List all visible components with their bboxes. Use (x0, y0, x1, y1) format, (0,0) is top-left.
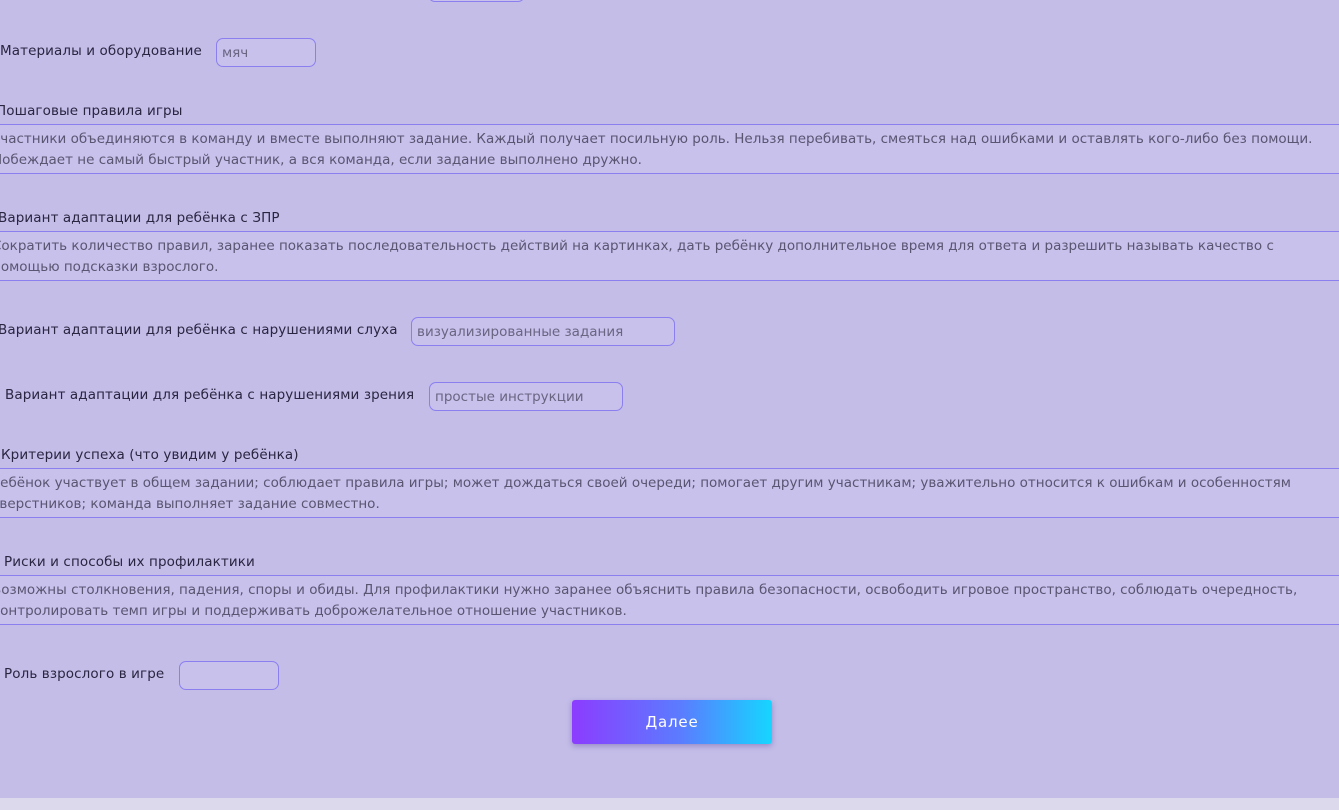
rules-label: Пошаговые правила игры (0, 103, 183, 119)
zpr-text-line-1: Сократить количество правил, заранее пок… (0, 238, 1274, 254)
risks-text-line-2: контролировать темп игры и поддерживать … (0, 603, 627, 619)
rules-textarea[interactable]: Участники объединяются в команду и вмест… (0, 124, 1339, 174)
rules-text-line-1: Участники объединяются в команду и вмест… (0, 131, 1313, 147)
adult-role-input[interactable] (179, 661, 279, 690)
hearing-adaptation-input[interactable]: визуализированные задания (411, 317, 675, 346)
next-button[interactable]: Далее (572, 700, 772, 744)
previous-field-input[interactable] (428, 0, 525, 2)
materials-input[interactable]: мяч (216, 38, 316, 67)
success-text-line-1: Ребёнок участвует в общем задании; соблю… (0, 475, 1291, 491)
success-criteria-label: Критерии успеха (что увидим у ребёнка) (1, 447, 299, 463)
vision-adaptation-label: Вариант адаптации для ребёнка с нарушени… (5, 387, 415, 403)
form-page: Материалы и оборудование мяч Пошаговые п… (0, 0, 1339, 798)
materials-label: Материалы и оборудование (0, 43, 202, 59)
footer-strip (0, 798, 1339, 810)
zpr-adaptation-textarea[interactable]: Сократить количество правил, заранее пок… (0, 231, 1339, 281)
risks-label: Риски и способы их профилактики (4, 554, 255, 570)
rules-text-line-2: Побеждает не самый быстрый участник, а в… (0, 152, 642, 168)
vision-adaptation-input[interactable]: простые инструкции (429, 382, 623, 411)
zpr-adaptation-label: Вариант адаптации для ребёнка с ЗПР (0, 210, 280, 226)
zpr-text-line-2: помощью подсказки взрослого. (0, 259, 219, 275)
success-criteria-textarea[interactable]: Ребёнок участвует в общем задании; соблю… (0, 468, 1339, 518)
adult-role-label: Роль взрослого в игре (4, 666, 165, 682)
success-text-line-2: сверстников; команда выполняет задание с… (0, 496, 380, 512)
risks-text-line-1: Возможны столкновения, падения, споры и … (0, 582, 1298, 598)
risks-textarea[interactable]: Возможны столкновения, падения, споры и … (0, 575, 1339, 625)
hearing-adaptation-label: Вариант адаптации для ребёнка с нарушени… (0, 322, 398, 338)
